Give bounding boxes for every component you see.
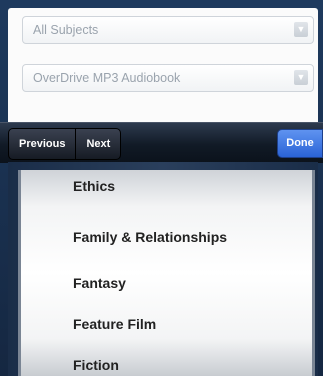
- next-button[interactable]: Next: [76, 129, 120, 159]
- picker-frame: Ethics Family & Relationships Fantasy Fe…: [8, 162, 318, 376]
- format-select-value: OverDrive MP3 Audiobook: [33, 71, 181, 85]
- previous-button[interactable]: Previous: [9, 129, 75, 159]
- picker-item[interactable]: Feature Film: [73, 316, 156, 332]
- picker-item[interactable]: Fantasy: [73, 275, 126, 291]
- chevron-down-icon: ▼: [294, 22, 308, 37]
- subject-select[interactable]: All Subjects ▼: [22, 16, 314, 44]
- picker-item[interactable]: Ethics: [73, 178, 115, 194]
- keyboard-accessory-toolbar: Previous Next Done: [0, 122, 323, 163]
- search-form-card: All Subjects ▼ OverDrive MP3 Audiobook ▼: [8, 8, 318, 126]
- previous-next-control: Previous Next: [8, 128, 122, 160]
- chevron-down-icon: ▼: [294, 70, 308, 85]
- subject-picker-wheel[interactable]: Ethics Family & Relationships Fantasy Fe…: [18, 170, 315, 376]
- done-button[interactable]: Done: [277, 129, 323, 158]
- picker-item[interactable]: Family & Relationships: [73, 229, 227, 245]
- format-select[interactable]: OverDrive MP3 Audiobook ▼: [22, 64, 314, 92]
- picker-item[interactable]: Fiction: [73, 357, 119, 373]
- subject-select-value: All Subjects: [33, 23, 99, 37]
